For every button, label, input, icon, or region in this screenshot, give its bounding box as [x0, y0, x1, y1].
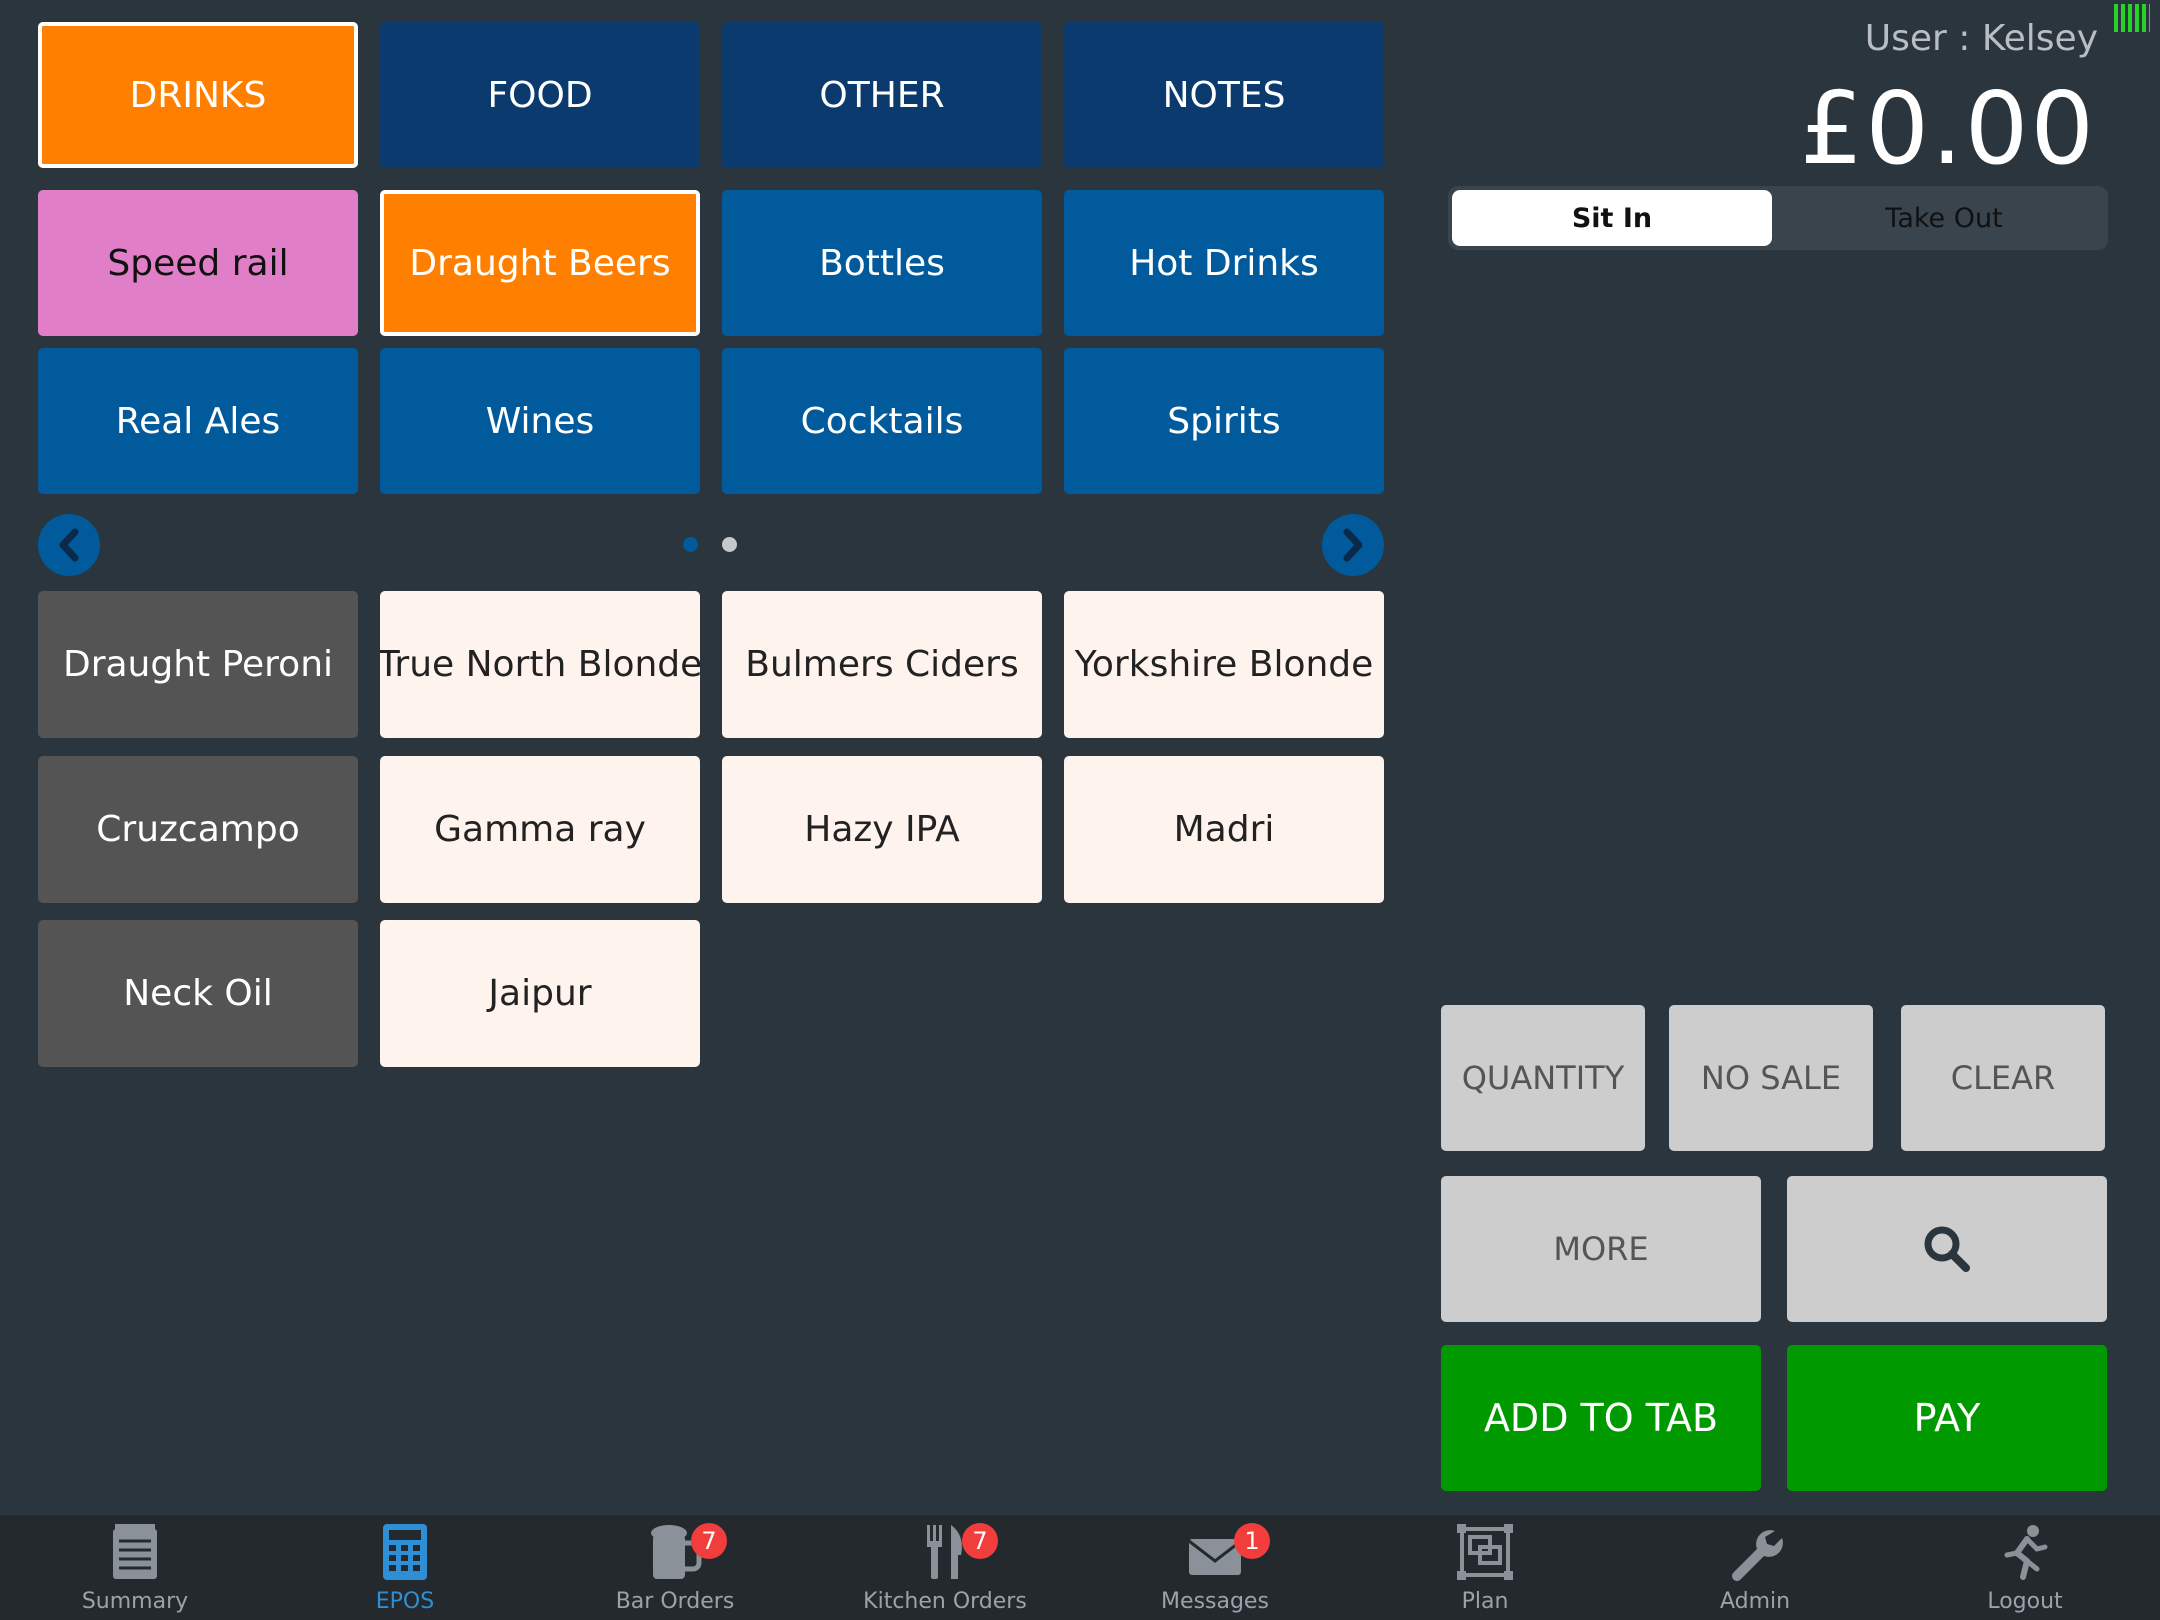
no-sale-label: NO SALE — [1700, 1059, 1842, 1097]
item-neck-oil-button[interactable]: Neck Oil — [38, 920, 358, 1067]
calculator-icon — [383, 1524, 427, 1580]
clear-label: CLEAR — [1950, 1059, 2056, 1097]
subcategory-label: Wines — [485, 400, 595, 442]
clear-button[interactable]: CLEAR — [1901, 1005, 2105, 1151]
search-icon — [1924, 1226, 1970, 1272]
pay-button[interactable]: PAY — [1787, 1345, 2107, 1491]
tab-messages-label: Messages — [1161, 1589, 1269, 1614]
item-label: Cruzcampo — [96, 809, 300, 850]
item-madri-button[interactable]: Madri — [1064, 756, 1384, 903]
search-button[interactable] — [1787, 1176, 2107, 1322]
order-mode-segmented-control: Sit In Take Out — [1448, 186, 2108, 250]
page-indicator-dot-1[interactable] — [683, 537, 698, 552]
subcategory-label: Draught Beers — [409, 242, 671, 284]
category-other-button[interactable]: OTHER — [722, 22, 1042, 168]
item-label: Draught Peroni — [62, 644, 334, 685]
tab-admin-label: Admin — [1719, 1589, 1791, 1614]
item-label: Yorkshire Blonde — [1074, 644, 1374, 685]
bottom-tab-bar: Summary EPOS 7 Bar Orders 7 Kitchen Orde… — [0, 1515, 2160, 1620]
tab-logout-label: Logout — [1987, 1589, 2063, 1614]
bar-orders-badge: 7 — [691, 1523, 727, 1559]
pay-label: PAY — [1913, 1396, 1981, 1440]
tab-summary[interactable]: Summary — [0, 1515, 270, 1620]
order-total: £0.00 — [1799, 70, 2096, 187]
item-label: Bulmers Ciders — [745, 644, 1019, 685]
subcategory-cocktails-button[interactable]: Cocktails — [722, 348, 1042, 494]
summary-icon — [113, 1524, 157, 1579]
item-gamma-ray-button[interactable]: Gamma ray — [380, 756, 700, 903]
chevron-left-icon — [59, 528, 79, 562]
item-hazy-ipa-button[interactable]: Hazy IPA — [722, 756, 1042, 903]
subcategory-wines-button[interactable]: Wines — [380, 348, 700, 494]
category-drinks-button[interactable]: DRINKS — [38, 22, 358, 168]
quantity-button[interactable]: QUANTITY — [1441, 1005, 1645, 1151]
previous-page-button[interactable] — [38, 514, 100, 576]
item-label: Gamma ray — [434, 809, 646, 850]
no-sale-button[interactable]: NO SALE — [1669, 1005, 1873, 1151]
sit-in-option[interactable]: Sit In — [1452, 190, 1772, 246]
category-drinks-label: DRINKS — [129, 74, 267, 116]
messages-badge: 1 — [1234, 1523, 1270, 1559]
add-to-tab-label: ADD TO TAB — [1483, 1396, 1719, 1440]
more-button[interactable]: MORE — [1441, 1176, 1761, 1322]
take-out-option[interactable]: Take Out — [1784, 190, 2104, 246]
item-label: True North Blonde — [380, 644, 700, 685]
category-food-button[interactable]: FOOD — [380, 22, 700, 168]
subcategory-label: Hot Drinks — [1129, 242, 1319, 284]
subcategory-real-ales-button[interactable]: Real Ales — [38, 348, 358, 494]
item-label: Madri — [1173, 809, 1275, 850]
wrench-icon — [1732, 1530, 1783, 1581]
tab-epos[interactable]: EPOS — [270, 1515, 540, 1620]
add-to-tab-button[interactable]: ADD TO TAB — [1441, 1345, 1761, 1491]
more-label: MORE — [1553, 1230, 1649, 1268]
page-indicator-dot-2[interactable] — [722, 537, 737, 552]
item-jaipur-button[interactable]: Jaipur — [380, 920, 700, 1067]
subcategory-label: Cocktails — [800, 400, 964, 442]
tab-plan-label: Plan — [1461, 1589, 1509, 1614]
signal-strength-icon — [2114, 4, 2150, 32]
subcategory-label: Real Ales — [115, 400, 281, 442]
tab-admin[interactable]: Admin — [1620, 1515, 1890, 1620]
user-label: User : Kelsey — [1864, 18, 2098, 59]
tab-plan[interactable]: Plan — [1350, 1515, 1620, 1620]
tab-logout[interactable]: Logout — [1890, 1515, 2160, 1620]
subcategory-speed-rail-button[interactable]: Speed rail — [38, 190, 358, 336]
item-label: Neck Oil — [123, 973, 273, 1014]
item-bulmers-ciders-button[interactable]: Bulmers Ciders — [722, 591, 1042, 738]
subcategory-draught-beers-button[interactable]: Draught Beers — [380, 190, 700, 336]
envelope-icon — [1188, 1539, 1242, 1575]
quantity-label: QUANTITY — [1461, 1059, 1625, 1097]
item-label: Jaipur — [488, 973, 592, 1014]
subcategory-label: Spirits — [1167, 400, 1281, 442]
tab-epos-label: EPOS — [375, 1589, 435, 1614]
kitchen-orders-badge: 7 — [962, 1523, 998, 1559]
tab-bar-orders[interactable]: 7 Bar Orders — [540, 1515, 810, 1620]
category-notes-label: NOTES — [1162, 74, 1286, 116]
item-cruzcampo-button[interactable]: Cruzcampo — [38, 756, 358, 903]
subcategory-spirits-button[interactable]: Spirits — [1064, 348, 1384, 494]
item-draught-peroni-button[interactable]: Draught Peroni — [38, 591, 358, 738]
subcategory-label: Speed rail — [107, 242, 289, 284]
running-person-icon — [2004, 1525, 2048, 1580]
tab-bar-orders-label: Bar Orders — [615, 1589, 735, 1614]
chevron-right-icon — [1343, 528, 1363, 562]
subcategory-hot-drinks-button[interactable]: Hot Drinks — [1064, 190, 1384, 336]
floor-plan-icon — [1457, 1524, 1513, 1580]
category-other-label: OTHER — [819, 74, 945, 116]
tab-summary-label: Summary — [81, 1589, 189, 1614]
cutlery-icon — [927, 1525, 962, 1579]
category-notes-button[interactable]: NOTES — [1064, 22, 1384, 168]
item-yorkshire-blonde-button[interactable]: Yorkshire Blonde — [1064, 591, 1384, 738]
item-true-north-blonde-button[interactable]: True North Blonde — [380, 591, 700, 738]
item-label: Hazy IPA — [804, 809, 960, 850]
tab-kitchen-orders[interactable]: 7 Kitchen Orders — [810, 1515, 1080, 1620]
tab-kitchen-orders-label: Kitchen Orders — [863, 1589, 1027, 1614]
next-page-button[interactable] — [1322, 514, 1384, 576]
subcategory-label: Bottles — [819, 242, 945, 284]
category-food-label: FOOD — [487, 74, 593, 116]
tab-messages[interactable]: 1 Messages — [1080, 1515, 1350, 1620]
subcategory-bottles-button[interactable]: Bottles — [722, 190, 1042, 336]
